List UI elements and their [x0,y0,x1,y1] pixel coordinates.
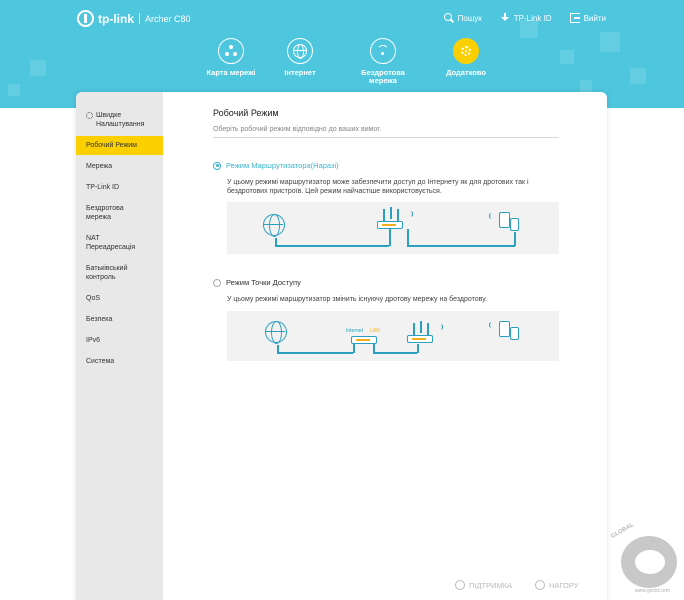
router-mode-diagram [227,202,559,254]
support-label: ПІДТРИМКА [469,580,513,590]
network-map-icon [218,38,244,64]
phone-icon [510,218,519,231]
sidebar-item-security[interactable]: Безпека [76,310,163,329]
router-antenna [383,209,385,221]
back-to-top-label: НАГОРУ [549,580,579,590]
router-mode-label: Режим Маршрутизатора(Наразі) [226,161,339,170]
logout-icon [569,13,580,23]
main-panel: Швидке Налаштування Робочий Режим Мережа… [76,92,607,600]
sidebar-item-parental-controls[interactable]: Батьківський контроль [76,259,148,287]
tp-link-logo-icon [77,10,94,27]
watermark-brand: GLOBAL [610,522,636,540]
search-icon [443,13,454,23]
support-icon [455,580,465,590]
tplink-id-link[interactable]: TP-Link ID [500,13,552,23]
internet-port-label: Internet [346,328,363,334]
internet-globe-icon [265,321,287,344]
tablet-icon [499,321,510,337]
access-point-label: Режим Точки Доступу [226,278,301,287]
cable-line [373,352,417,354]
logout-label: Вийти [583,13,606,23]
cable-line [417,344,419,353]
watermark: GLOBAL www.gecid.com [607,522,684,600]
cable-line [407,229,409,246]
model-name: Archer C80 [145,13,191,24]
sidebar-item-ipv6[interactable]: IPv6 [76,331,163,350]
tplink-id-label: TP-Link ID [513,13,552,23]
logo-text: tp-link [98,11,134,26]
brand-logo: tp-link Archer C80 [77,10,191,27]
wireless-signal-icon [489,321,497,329]
sidebar-item-operation-mode[interactable]: Робочий Режим [76,136,163,155]
option-router-mode: Режим Маршрутизатора(Наразі) У цьому реж… [213,161,559,254]
wireless-signal-icon [489,212,497,220]
back-to-top-link[interactable]: НАГОРУ [535,580,579,590]
tablet-icon [499,212,510,228]
router-icon [377,221,403,229]
router-antenna [420,321,422,333]
access-point-radio[interactable] [213,278,221,287]
router-antenna [390,207,392,219]
sidebar-item-quick-setup[interactable]: Швидке Налаштування [76,106,163,134]
access-point-radio-row[interactable]: Режим Точки Доступу [213,278,559,287]
sidebar-item-wireless[interactable]: Бездротова мережа [76,199,148,227]
cable-line [275,245,389,247]
nav-advanced[interactable]: Додатково [421,38,511,77]
content-area: Робочий Режим Оберіть робочий режим відп… [213,108,559,361]
sidebar-item-label: Швидке Налаштування [96,112,145,128]
router-mode-description: У цьому режимі маршрутизатор може забезп… [227,179,529,195]
access-point-diagram: Internet LAN [227,311,559,361]
logout-link[interactable]: Вийти [569,13,606,23]
internet-globe-icon [263,214,285,237]
nav-label: Інтернет [284,68,316,77]
download-icon [500,13,510,23]
router-antenna [397,209,399,221]
watermark-site: www.gecid.com [635,588,670,594]
cable-line [277,352,353,354]
nav-label: Додатково [446,68,486,77]
globe-icon [287,38,313,64]
router-mode-radio-row[interactable]: Режим Маршрутизатора(Наразі) [213,161,559,170]
wireless-signal-icon [435,323,443,331]
option-access-point-mode: Режим Точки Доступу У цьому режимі маршр… [213,278,559,361]
access-point-router-icon [407,335,433,343]
cable-line [389,229,391,246]
arrow-up-icon [535,580,545,590]
top-links: Пошук TP-Link ID Вийти [443,13,606,23]
search-label: Пошук [457,13,482,23]
gear-icon [453,38,479,64]
phone-icon [510,327,519,340]
nav-internet[interactable]: Інтернет [255,38,345,77]
sidebar-item-system[interactable]: Система [76,352,163,371]
router-antenna [427,323,429,335]
router-mode-radio[interactable] [213,161,221,170]
sidebar-item-network[interactable]: Мережа [76,157,163,176]
access-point-description: У цьому режимі маршрутизатор змінить існ… [227,296,487,303]
modem-router-icon [351,336,377,344]
page-title: Робочий Режим [213,108,279,118]
footer: ПІДТРИМКА НАГОРУ [163,572,607,600]
router-antenna [413,323,415,335]
nav-label: Бездротова мережа [361,68,405,85]
sidebar-item-nat-forwarding[interactable]: NAT Переадресація [76,229,148,257]
wireless-signal-icon [405,210,413,218]
cable-line [353,344,355,353]
quick-setup-gear-icon [86,112,93,119]
search-link[interactable]: Пошук [443,13,482,23]
lan-port-label: LAN [370,328,380,334]
wifi-icon [370,38,396,64]
page-subtitle: Оберіть робочий режим відповідно до ваши… [213,126,559,138]
support-link[interactable]: ПІДТРИМКА [455,580,512,590]
logo-divider [139,13,140,24]
watermark-logo-icon [621,536,677,588]
sidebar-item-tplink-id[interactable]: TP-Link ID [76,178,163,197]
cable-line [514,232,516,246]
sidebar-item-qos[interactable]: QoS [76,289,163,308]
cable-line [407,245,515,247]
sidebar: Швидке Налаштування Робочий Режим Мережа… [76,92,163,600]
nav-wireless[interactable]: Бездротова мережа [338,38,428,85]
